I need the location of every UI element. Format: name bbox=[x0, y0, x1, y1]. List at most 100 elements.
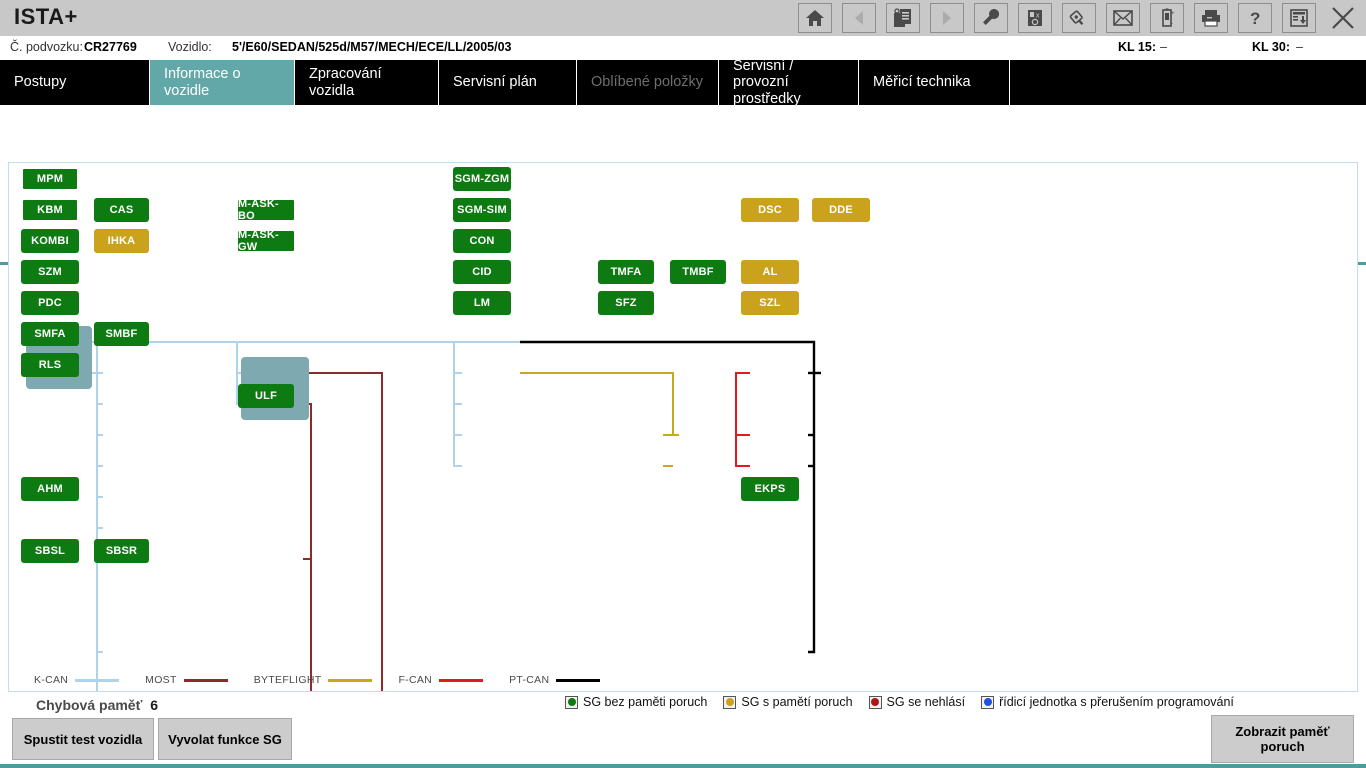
title-bar: ISTA+ x + - ? bbox=[0, 0, 1366, 36]
status-legend-label: SG bez paměti poruch bbox=[583, 695, 708, 709]
kl15-label: KL 15: bbox=[1118, 40, 1156, 54]
main-nav-filler bbox=[1010, 60, 1366, 105]
status-dot bbox=[725, 698, 734, 706]
ecu-node-tmfa[interactable]: TMFA bbox=[598, 260, 654, 284]
session-close-icon[interactable]: x bbox=[1018, 3, 1052, 33]
ecu-node-sgm-zgm[interactable]: SGM-ZGM bbox=[453, 167, 511, 191]
main-nav-item-2[interactable]: Zpracování vozidla bbox=[295, 60, 439, 105]
ecu-node-ahm[interactable]: AHM bbox=[21, 477, 79, 501]
battery-icon[interactable]: + - bbox=[1150, 3, 1184, 33]
forward-arrow-icon[interactable] bbox=[930, 3, 964, 33]
kl30-label: KL 30: bbox=[1252, 40, 1290, 54]
ecu-node-kbm[interactable]: KBM bbox=[21, 198, 79, 222]
svg-text:-: - bbox=[1171, 21, 1173, 27]
bus-legend-swatch bbox=[328, 678, 373, 682]
status-legend-item-2: SG se nehlásí bbox=[868, 695, 966, 709]
status-legend-label: řídicí jednotka s přerušením programován… bbox=[999, 695, 1234, 709]
show-fault-memory-button[interactable]: Zobrazit paměť poruch bbox=[1211, 715, 1354, 763]
status-dot bbox=[871, 698, 880, 706]
call-sg-functions-button[interactable]: Vyvolat funkce SG bbox=[158, 718, 292, 760]
main-nav-item-1[interactable]: Informace o vozidle bbox=[150, 60, 295, 105]
ecu-node-smfa[interactable]: SMFA bbox=[21, 322, 79, 346]
start-vehicle-test-button[interactable]: Spustit test vozidla bbox=[12, 718, 154, 760]
main-nav-label: Zpracování vozidla bbox=[309, 65, 382, 99]
status-legend-item-1: SG s pamětí poruch bbox=[723, 695, 853, 709]
main-nav-item-0[interactable]: Postupy bbox=[0, 60, 150, 105]
close-icon[interactable] bbox=[1326, 3, 1360, 33]
main-nav-label: Servisní / provozní prostředky bbox=[733, 57, 801, 107]
ecu-node-rls[interactable]: RLS bbox=[21, 353, 79, 377]
ecu-node-con[interactable]: CON bbox=[453, 229, 511, 253]
main-navigation: Postupy Informace o vozidle Zpracování voz… bbox=[0, 57, 1366, 107]
ecu-node-m-ask-bo[interactable]: M-ASK-BO bbox=[236, 198, 296, 222]
ecu-node-szl[interactable]: SZL bbox=[741, 291, 799, 315]
bus-legend-swatch bbox=[183, 678, 228, 682]
chassis-number-value: CR27769 bbox=[84, 40, 137, 54]
bus-legend-label: F-CAN bbox=[398, 674, 433, 686]
ecu-node-kombi[interactable]: KOMBI bbox=[21, 229, 79, 253]
vehicle-label: Vozidlo: bbox=[168, 40, 212, 54]
documents-icon[interactable] bbox=[886, 3, 920, 33]
ecu-node-pdc[interactable]: PDC bbox=[21, 291, 79, 315]
ecu-status-legend: SG bez paměti poruch SG s pamětí poruch SG… bbox=[565, 695, 1250, 709]
svg-text:+: + bbox=[1171, 11, 1175, 17]
ecu-node-ihka[interactable]: IHKA bbox=[94, 229, 149, 253]
bus-type-legend: K-CAN MOST BYTEFLIGHT F-CAN PT-CAN bbox=[34, 672, 626, 688]
main-nav-item-4[interactable]: Oblíbené položky bbox=[577, 60, 719, 105]
back-arrow-icon[interactable] bbox=[842, 3, 876, 33]
bus-legend-label: K-CAN bbox=[34, 674, 69, 686]
home-icon[interactable] bbox=[798, 3, 832, 33]
ecu-node-m-ask-gw[interactable]: M-ASK-GW bbox=[236, 229, 296, 253]
toolbar: x + - ? bbox=[798, 2, 1360, 34]
app-title: ISTA+ bbox=[14, 4, 78, 29]
ecu-node-tmbf[interactable]: TMBF bbox=[670, 260, 726, 284]
svg-text:x: x bbox=[1036, 13, 1040, 20]
status-legend-swatch bbox=[981, 695, 995, 709]
ecu-topology-diagram: MPM KBM KOMBI SZM PDC SMFA RLS AHM SBSL CAS IHKA SM… bbox=[8, 162, 1358, 692]
main-nav-item-6[interactable]: Měřicí technika bbox=[859, 60, 1010, 105]
main-nav-label: Servisní plán bbox=[453, 74, 537, 91]
svg-text:?: ? bbox=[1250, 9, 1260, 28]
printer-icon[interactable] bbox=[1194, 3, 1228, 33]
bus-legend-label: BYTEFLIGHT bbox=[253, 674, 322, 686]
ecu-node-dsc[interactable]: DSC bbox=[741, 198, 799, 222]
vehicle-info-bar: Č. podvozku: CR27769 Vozidlo: 5'/E60/SED… bbox=[0, 36, 1366, 60]
status-legend-item-0: SG bez paměti poruch bbox=[565, 695, 707, 709]
status-legend-swatch bbox=[723, 695, 737, 709]
main-nav-label: Postupy bbox=[14, 74, 67, 91]
ecu-node-szm[interactable]: SZM bbox=[21, 260, 79, 284]
bus-legend-swatch bbox=[75, 678, 120, 682]
ecu-node-dde[interactable]: DDE bbox=[812, 198, 870, 222]
ecu-node-sfz[interactable]: SFZ bbox=[598, 291, 654, 315]
ecu-node-smbf[interactable]: SMBF bbox=[94, 322, 149, 346]
ecu-node-mpm[interactable]: MPM bbox=[21, 167, 79, 191]
mail-icon[interactable] bbox=[1106, 3, 1140, 33]
main-nav-item-3[interactable]: Servisní plán bbox=[439, 60, 577, 105]
sub-navigation: Podrobnosti o vozidleHistorie opravSvaze… bbox=[0, 105, 1366, 265]
ecu-node-sbsr[interactable]: SBSR bbox=[94, 539, 149, 563]
bus-legend-item-byteflight: BYTEFLIGHT bbox=[254, 674, 373, 686]
help-icon[interactable]: ? bbox=[1238, 3, 1272, 33]
status-legend-label: SG se nehlásí bbox=[886, 695, 966, 709]
bus-connection-lines bbox=[88, 340, 821, 691]
connector-icon[interactable] bbox=[1062, 3, 1096, 33]
logout-icon[interactable] bbox=[1282, 3, 1316, 33]
ecu-node-ulf[interactable]: ULF bbox=[238, 384, 294, 408]
wrench-icon[interactable] bbox=[974, 3, 1008, 33]
ecu-node-cas[interactable]: CAS bbox=[94, 198, 149, 222]
ecu-node-cid[interactable]: CID bbox=[453, 260, 511, 284]
main-nav-item-5[interactable]: Servisní / provozní prostředky bbox=[719, 57, 859, 107]
ecu-node-sbsl[interactable]: SBSL bbox=[21, 539, 79, 563]
ecu-node-al[interactable]: AL bbox=[741, 260, 799, 284]
ecu-node-sgm-sim[interactable]: SGM-SIM bbox=[453, 198, 511, 222]
status-dot bbox=[567, 698, 576, 706]
bus-legend-swatch bbox=[439, 678, 484, 682]
vehicle-value: 5'/E60/SEDAN/525d/M57/MECH/ECE/LL/2005/0… bbox=[232, 40, 512, 54]
kl15-value: – bbox=[1160, 40, 1167, 54]
bus-legend-label: MOST bbox=[145, 674, 177, 686]
status-legend-item-3: řídicí jednotka s přerušením programován… bbox=[981, 695, 1234, 709]
ecu-node-lm[interactable]: LM bbox=[453, 291, 511, 315]
main-nav-label: Informace o vozidle bbox=[164, 65, 241, 99]
ista-application-window: ISTA+ x + - ? Č. podvozku: CR27769 Vozid… bbox=[0, 0, 1366, 768]
ecu-node-ekps[interactable]: EKPS bbox=[741, 477, 799, 501]
